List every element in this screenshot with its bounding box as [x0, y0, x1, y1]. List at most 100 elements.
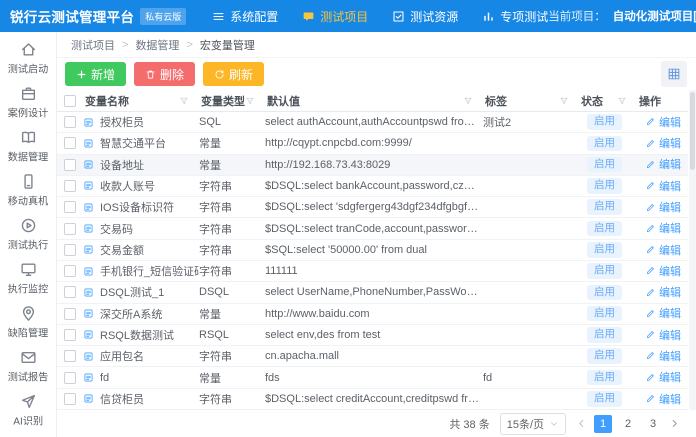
- next-page-button[interactable]: [669, 418, 680, 429]
- status-badge[interactable]: 启用: [587, 136, 622, 152]
- edit-button[interactable]: 编辑: [645, 284, 681, 300]
- edit-button[interactable]: 编辑: [645, 156, 681, 172]
- variable-type: DSQL: [199, 286, 265, 298]
- edit-button[interactable]: 编辑: [645, 114, 681, 130]
- edit-button[interactable]: 编辑: [645, 199, 681, 215]
- edit-button[interactable]: 编辑: [645, 305, 681, 321]
- row-checkbox[interactable]: [64, 116, 76, 128]
- pencil-icon: [645, 329, 656, 340]
- sidebar-item-9[interactable]: AI识别: [0, 389, 56, 433]
- status-badge[interactable]: 启用: [587, 391, 622, 407]
- pencil-icon: [645, 350, 656, 361]
- sidebar-item-8[interactable]: 测试报告: [0, 345, 56, 389]
- prev-page-button[interactable]: [576, 418, 587, 429]
- row-checkbox[interactable]: [64, 329, 76, 341]
- variable-type: 字符串: [199, 348, 265, 364]
- filter-icon[interactable]: [559, 96, 569, 106]
- page-button-1[interactable]: 1: [594, 415, 612, 433]
- variable-type: 字符串: [199, 199, 265, 215]
- variable-name: 信贷柜员: [100, 391, 144, 407]
- sidebar-item-7[interactable]: 缺陷管理: [0, 301, 56, 345]
- status-badge[interactable]: 启用: [587, 263, 622, 279]
- row-checkbox[interactable]: [64, 223, 76, 235]
- page-size-select[interactable]: 15条/页: [500, 413, 566, 435]
- status-badge[interactable]: 启用: [587, 157, 622, 173]
- select-all-checkbox[interactable]: [64, 95, 76, 107]
- sidebar-item-5[interactable]: 测试执行: [0, 213, 56, 257]
- variable-doc-icon: [83, 393, 94, 404]
- grid-icon: [667, 67, 681, 81]
- table-row: 应用包名字符串cn.apacha.mall启用编辑: [57, 346, 688, 367]
- filter-icon[interactable]: [463, 96, 473, 106]
- edit-button[interactable]: 编辑: [645, 263, 681, 279]
- nav-item-4[interactable]: 专项测试: [482, 8, 548, 25]
- row-checkbox[interactable]: [64, 372, 76, 384]
- row-checkbox[interactable]: [64, 244, 76, 256]
- default-value: http://cqypt.cnpcbd.com:9999/: [265, 137, 483, 149]
- edit-button[interactable]: 编辑: [645, 391, 681, 407]
- nav-item-3[interactable]: 测试资源: [392, 8, 458, 25]
- row-checkbox[interactable]: [64, 180, 76, 192]
- variable-type: RSQL: [199, 329, 265, 341]
- breadcrumb-item-3[interactable]: 宏变量管理: [200, 37, 255, 53]
- column-settings-button[interactable]: [661, 61, 687, 87]
- book-icon: [20, 129, 37, 146]
- edit-button[interactable]: 编辑: [645, 348, 681, 364]
- sidebar-item-4[interactable]: 移动真机: [0, 169, 56, 213]
- version-badge: 私有云版: [140, 8, 186, 25]
- status-badge[interactable]: 启用: [587, 306, 622, 322]
- status-badge[interactable]: 启用: [587, 370, 622, 386]
- sidebar-item-1[interactable]: 测试启动: [0, 37, 56, 81]
- status-badge[interactable]: 启用: [587, 114, 622, 130]
- edit-button[interactable]: 编辑: [645, 135, 681, 151]
- edit-button[interactable]: 编辑: [645, 327, 681, 343]
- table-row: 手机银行_短信验证码字符串111111启用编辑: [57, 261, 688, 282]
- row-checkbox[interactable]: [64, 308, 76, 320]
- row-checkbox[interactable]: [64, 286, 76, 298]
- table-row: 设备地址常量http://192.168.73.43:8029启用编辑: [57, 155, 688, 176]
- row-checkbox[interactable]: [64, 350, 76, 362]
- sidebar-item-3[interactable]: 数据管理: [0, 125, 56, 169]
- breadcrumb-item-1[interactable]: 测试项目: [71, 37, 115, 53]
- row-checkbox[interactable]: [64, 201, 76, 213]
- status-badge[interactable]: 启用: [587, 285, 622, 301]
- breadcrumb-item-2[interactable]: 数据管理: [135, 37, 179, 53]
- scrollbar-thumb[interactable]: [690, 92, 695, 170]
- filter-icon[interactable]: [617, 96, 627, 106]
- row-checkbox[interactable]: [64, 265, 76, 277]
- status-badge[interactable]: 启用: [587, 221, 622, 237]
- default-value: $DSQL:select 'sdgfergerg43dgf234dfgbgfb'…: [265, 201, 483, 213]
- row-checkbox[interactable]: [64, 159, 76, 171]
- refresh-button[interactable]: 刷新: [203, 62, 264, 86]
- edit-button[interactable]: 编辑: [645, 220, 681, 236]
- table-row: DSQL测试_1DSQLselect UserName,PhoneNumber,…: [57, 282, 688, 303]
- sidebar-item-2[interactable]: 案例设计: [0, 81, 56, 125]
- status-badge[interactable]: 启用: [587, 178, 622, 194]
- add-button[interactable]: 新增: [65, 62, 126, 86]
- status-badge[interactable]: 启用: [587, 348, 622, 364]
- variable-name: 深交所A系统: [100, 306, 162, 322]
- nav-item-2[interactable]: 测试项目: [302, 8, 368, 25]
- filter-icon[interactable]: [179, 96, 189, 106]
- edit-button[interactable]: 编辑: [645, 242, 681, 258]
- page-button-3[interactable]: 3: [644, 415, 662, 433]
- send-icon: [20, 393, 37, 410]
- page-button-2[interactable]: 2: [619, 415, 637, 433]
- sidebar-item-6[interactable]: 执行监控: [0, 257, 56, 301]
- status-badge[interactable]: 启用: [587, 199, 622, 215]
- delete-button[interactable]: 删除: [134, 62, 195, 86]
- edit-button[interactable]: 编辑: [645, 178, 681, 194]
- variable-name: 收款人账号: [100, 178, 155, 194]
- variable-name: 应用包名: [100, 348, 144, 364]
- row-checkbox[interactable]: [64, 393, 76, 405]
- status-badge[interactable]: 启用: [587, 327, 622, 343]
- filter-icon[interactable]: [245, 96, 255, 106]
- default-value: select env,des from test: [265, 329, 483, 341]
- row-checkbox[interactable]: [64, 137, 76, 149]
- status-badge[interactable]: 启用: [587, 242, 622, 258]
- total-count: 共 38 条: [449, 416, 489, 432]
- current-project-name[interactable]: 自动化测试项目[TP-1904-: [613, 8, 696, 24]
- pencil-icon: [645, 116, 656, 127]
- edit-button[interactable]: 编辑: [645, 369, 681, 385]
- nav-item-1[interactable]: 系统配置: [212, 8, 278, 25]
